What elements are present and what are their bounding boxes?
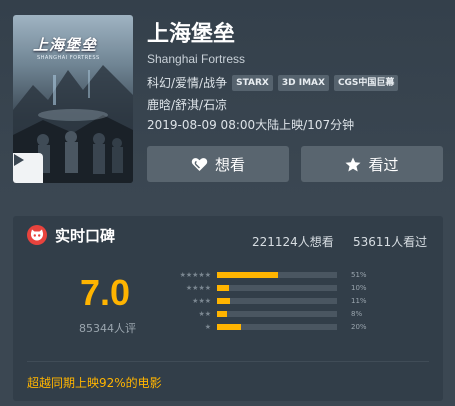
- rating-bar-fill: [217, 298, 231, 304]
- format-tag-3d-imax: 3D IMAX: [277, 74, 329, 91]
- format-tag-starx: STARX: [232, 74, 273, 91]
- rating-row-stars: ★★★: [192, 297, 211, 305]
- rating-row-five-star: ★★★★★ 51%: [153, 269, 443, 281]
- rating-row-one-star: ★ 20%: [153, 321, 443, 333]
- rating-row-percent: 20%: [351, 323, 367, 331]
- rating-count: 85344人评: [79, 322, 136, 335]
- rating-bar-track: [217, 298, 337, 304]
- rating-row-stars: ★★★★★: [179, 271, 211, 279]
- rating-row-percent: 51%: [351, 271, 367, 279]
- movie-title: 上海堡垒: [147, 22, 236, 47]
- rating-row-percent: 11%: [351, 297, 367, 305]
- rating-bar-track: [217, 311, 337, 317]
- rating-bar-track: [217, 285, 337, 291]
- want-count: 221124人想看: [252, 235, 334, 249]
- watched-button[interactable]: 看过: [301, 146, 443, 182]
- rating-panel: 实时口碑 221124人想看 53611人看过 7.0 85344人评 ★★★★…: [13, 216, 443, 401]
- rating-row-stars: ★: [204, 323, 211, 331]
- rating-bar-track: [217, 272, 337, 278]
- rating-row-percent: 10%: [351, 284, 367, 292]
- poster-title: 上海堡垒: [33, 36, 98, 54]
- movie-header: 上海堡垒 SHANGHAI FORTRESS 上海堡垒 Shanghai For…: [0, 0, 455, 200]
- play-trailer-button[interactable]: [13, 153, 43, 183]
- format-tag-cgs: CGS中国巨幕: [333, 74, 399, 91]
- rating-panel-header: 实时口碑 221124人想看 53611人看过: [13, 216, 443, 252]
- rating-row-two-star: ★★ 8%: [153, 308, 443, 320]
- rating-row-stars: ★★: [198, 310, 211, 318]
- movie-english-title: Shanghai Fortress: [147, 52, 246, 66]
- movie-release-info: 2019-08-09 08:00大陆上映/107分钟: [147, 118, 355, 132]
- want-to-watch-button[interactable]: 想看: [147, 146, 289, 182]
- movie-cast: 鹿晗/舒淇/石凉: [147, 98, 228, 112]
- poster-subtitle: SHANGHAI FORTRESS: [37, 55, 100, 61]
- divider: [27, 361, 429, 362]
- rating-row-stars: ★★★★: [185, 284, 211, 292]
- rating-bar-fill: [217, 311, 227, 317]
- rating-bar-fill: [217, 324, 241, 330]
- play-icon: [14, 154, 24, 166]
- rating-bar-fill: [217, 285, 229, 291]
- movie-genres: 科幻/爱情/战争: [147, 76, 228, 90]
- star-icon: [345, 157, 361, 172]
- movie-poster[interactable]: 上海堡垒 SHANGHAI FORTRESS: [13, 15, 133, 183]
- want-to-watch-label: 想看: [214, 155, 245, 174]
- watched-label: 看过: [368, 155, 399, 174]
- rating-distribution: ★★★★★ 51% ★★★★ 10% ★★★ 11% ★★ 8% ★ 20%: [153, 269, 443, 339]
- cat-logo-icon: [27, 225, 47, 245]
- rating-panel-title: 实时口碑: [55, 227, 116, 245]
- rating-row-four-star: ★★★★ 10%: [153, 282, 443, 294]
- beat-percentage-text: 超越同期上映92%的电影: [27, 376, 162, 390]
- rating-score: 7.0: [80, 272, 131, 313]
- rating-bar-track: [217, 324, 337, 330]
- seen-count: 53611人看过: [353, 235, 428, 249]
- rating-bar-fill: [217, 272, 279, 278]
- rating-row-three-star: ★★★ 11%: [153, 295, 443, 307]
- heart-icon: [191, 157, 208, 172]
- rating-row-percent: 8%: [351, 310, 363, 318]
- genre-row: 科幻/爱情/战争 STARX 3D IMAX CGS中国巨幕: [147, 74, 399, 91]
